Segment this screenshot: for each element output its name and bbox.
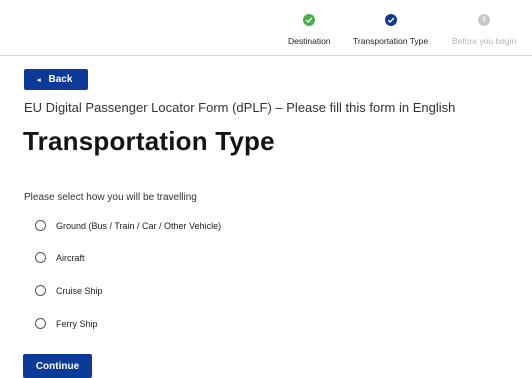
back-button[interactable]: ◂ Back	[24, 69, 88, 90]
option-label: Ferry Ship	[56, 318, 98, 329]
radio-button[interactable]	[35, 220, 46, 231]
step-number: 3	[478, 14, 491, 26]
step-transportation-type: Transportation Type	[353, 14, 428, 46]
option-cruise-ship[interactable]: Cruise Ship	[35, 285, 103, 296]
radio-button[interactable]	[35, 318, 46, 329]
step-label: Destination	[288, 36, 331, 46]
option-ground[interactable]: Ground (Bus / Train / Car / Other Vehicl…	[35, 220, 221, 231]
chevron-left-icon: ◂	[37, 76, 41, 84]
step-before-you-begin: 3 Before you begin	[452, 14, 516, 46]
option-label: Ground (Bus / Train / Car / Other Vehicl…	[56, 220, 222, 231]
form-subtitle: EU Digital Passenger Locator Form (dPLF)…	[24, 100, 456, 115]
option-label: Aircraft	[56, 252, 85, 263]
check-icon	[303, 14, 316, 26]
check-icon	[384, 14, 397, 26]
radio-button[interactable]	[35, 285, 46, 296]
radio-button[interactable]	[35, 252, 46, 263]
step-label: Before you begin	[452, 36, 517, 46]
step-label: Transportation Type	[353, 36, 429, 46]
back-button-label: Back	[48, 74, 73, 85]
option-ferry-ship[interactable]: Ferry Ship	[35, 318, 98, 329]
question-prompt: Please select how you will be travelling	[24, 192, 197, 203]
progress-stepper: Destination Transportation Type 3 Before…	[0, 0, 532, 56]
page-title: Transportation Type	[23, 126, 275, 156]
step-destination: Destination	[288, 14, 331, 46]
continue-button[interactable]: Continue	[23, 354, 92, 378]
option-aircraft[interactable]: Aircraft	[35, 252, 85, 263]
option-label: Cruise Ship	[56, 285, 103, 296]
